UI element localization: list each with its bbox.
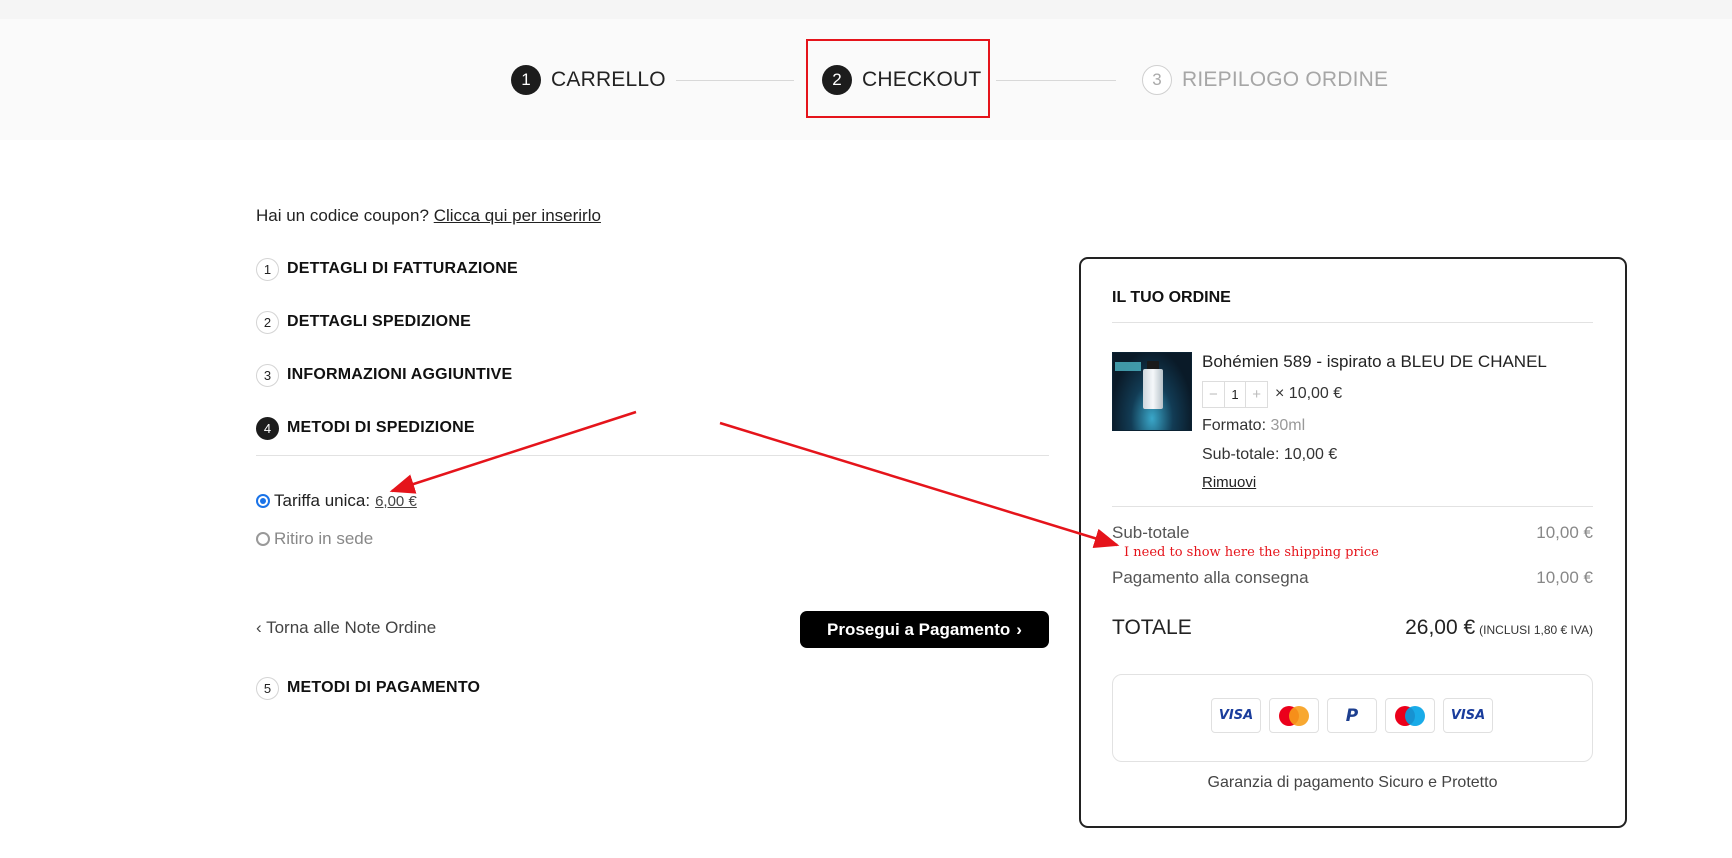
quantity-stepper[interactable]: − 1 + [1202, 381, 1268, 408]
maestro-icon [1385, 698, 1435, 733]
shipping-option-pickup[interactable]: Ritiro in sede [256, 529, 373, 549]
quantity-value[interactable]: 1 [1223, 382, 1247, 407]
section-title: INFORMAZIONI AGGIUNTIVE [287, 366, 513, 383]
order-summary-title: IL TUO ORDINE [1112, 289, 1231, 306]
section-title: DETTAGLI SPEDIZIONE [287, 313, 471, 330]
step-label: RIEPILOGO ORDINE [1182, 68, 1389, 91]
coupon-prompt: Hai un codice coupon? Clicca qui per ins… [256, 206, 601, 226]
step-cart[interactable]: 1 CARRELLO [511, 65, 666, 95]
section-number: 4 [256, 416, 279, 440]
product-format: Formato: 30ml [1202, 417, 1305, 435]
plus-icon[interactable]: + [1246, 386, 1267, 403]
cod-fee-row: Pagamento alla consegna 10,00 € [1112, 568, 1593, 588]
shipping-option-price: 6,00 € [375, 492, 417, 510]
secure-payment-note: Garanzia di pagamento Sicuro e Protetto [1207, 774, 1498, 791]
product-subtotal-value: 10,00 € [1283, 446, 1338, 463]
shipping-option-label: Tariffa unica: [274, 491, 371, 510]
subtotal-row: Sub-totale 10,00 € [1112, 523, 1593, 543]
total-value: 26,00 € [1405, 616, 1476, 639]
section-title: DETTAGLI DI FATTURAZIONE [287, 260, 518, 277]
step-connector [676, 80, 794, 81]
section-number: 5 [256, 676, 279, 700]
step-order-summary: 3 RIEPILOGO ORDINE [1142, 65, 1388, 95]
step-label: CARRELLO [551, 68, 666, 91]
product-subtotal: Sub-totale: 10,00 € [1202, 446, 1337, 464]
unit-price: × 10,00 € [1275, 385, 1343, 402]
section-billing-details[interactable]: 1 DETTAGLI DI FATTURAZIONE [256, 257, 518, 281]
section-additional-info[interactable]: 3 INFORMAZIONI AGGIUNTIVE [256, 363, 512, 387]
section-number: 3 [256, 363, 279, 387]
shipping-option-flat-rate[interactable]: Tariffa unica: 6,00 € [256, 491, 417, 511]
cod-value: 10,00 € [1536, 568, 1593, 587]
section-number: 2 [256, 310, 279, 334]
order-divider [1112, 322, 1593, 323]
top-strip [0, 0, 1732, 19]
product-image-tag [1115, 362, 1141, 371]
continue-to-payment-label: Prosegui a Pagamento [827, 619, 1011, 639]
annotation-highlight-box [806, 39, 990, 118]
total-label: TOTALE [1112, 616, 1192, 639]
chevron-left-icon: ‹ [256, 618, 262, 637]
product-subtotal-label: Sub-totale: [1202, 446, 1280, 463]
step-number: 3 [1142, 65, 1172, 95]
section-number: 1 [256, 257, 279, 281]
format-value: 30ml [1270, 417, 1306, 434]
section-shipping-details[interactable]: 2 DETTAGLI SPEDIZIONE [256, 310, 471, 334]
visa-icon: VISA [1211, 698, 1261, 733]
product-name[interactable]: Bohémien 589 - ispirato a BLEU DE CHANEL [1202, 352, 1547, 372]
order-divider [1112, 506, 1593, 507]
total-tax: (INCLUSI 1,80 € IVA) [1479, 623, 1593, 637]
minus-icon[interactable]: − [1203, 386, 1224, 403]
back-link-label: Torna alle Note Ordine [266, 618, 437, 637]
total-row: TOTALE 26,00 € (INCLUSI 1,80 € IVA) [1112, 616, 1593, 640]
step-number: 1 [511, 65, 541, 95]
perfume-bottle-icon [1143, 369, 1163, 409]
paypal-icon: P [1327, 698, 1377, 733]
radio-checked[interactable] [256, 494, 270, 508]
format-label: Formato: [1202, 417, 1267, 434]
annotation-arrow [719, 421, 1120, 548]
mastercard-icon [1269, 698, 1319, 733]
section-title: METODI DI PAGAMENTO [287, 679, 481, 696]
product-image[interactable] [1112, 352, 1192, 431]
coupon-link[interactable]: Clicca qui per inserirlo [434, 206, 601, 225]
back-link[interactable]: ‹ Torna alle Note Ordine [256, 618, 436, 638]
section-payment-methods[interactable]: 5 METODI DI PAGAMENTO [256, 676, 480, 700]
visa-icon: VISA [1443, 698, 1493, 733]
subtotal-value: 10,00 € [1536, 523, 1593, 542]
step-connector [996, 80, 1116, 81]
section-title: METODI DI SPEDIZIONE [287, 419, 475, 436]
chevron-right-icon: › [1016, 619, 1022, 639]
radio-unchecked[interactable] [256, 532, 270, 546]
section-shipping-methods[interactable]: 4 METODI DI SPEDIZIONE [256, 416, 475, 440]
continue-to-payment-button[interactable]: Prosegui a Pagamento › [800, 611, 1049, 648]
total-value-wrap: 26,00 € (INCLUSI 1,80 € IVA) [1405, 616, 1593, 640]
cod-label: Pagamento alla consegna [1112, 568, 1309, 587]
subtotal-label: Sub-totale [1112, 523, 1190, 542]
coupon-prompt-text: Hai un codice coupon? [256, 206, 429, 225]
shipping-option-label: Ritiro in sede [274, 529, 374, 548]
annotation-note: I need to show here the shipping price [1124, 545, 1379, 560]
section-divider [256, 455, 1049, 456]
remove-link[interactable]: Rimuovi [1202, 474, 1256, 491]
